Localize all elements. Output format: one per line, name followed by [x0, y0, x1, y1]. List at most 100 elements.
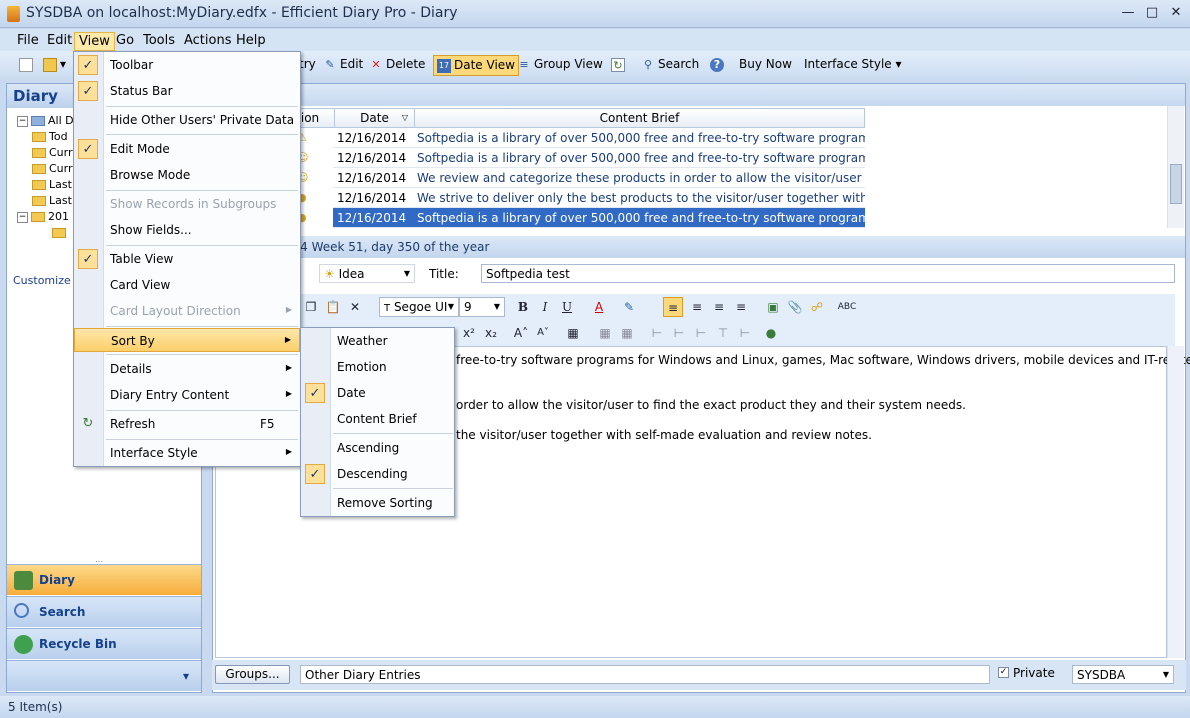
table-delete-icon[interactable]: ▦ [617, 323, 637, 343]
menu-edit[interactable]: Edit [43, 32, 76, 51]
view-menu-edit-mode[interactable]: ✓ Edit Mode [74, 137, 300, 161]
tree-item-current-1[interactable]: Curr [32, 146, 73, 159]
view-menu-sort-by[interactable]: Sort By ▶ [74, 328, 300, 352]
font-select[interactable]: T Segoe UI ▼ [379, 297, 459, 317]
minimize-icon[interactable]: — [1116, 4, 1140, 22]
sort-date[interactable]: ✓ Date [301, 381, 454, 405]
nav-recycle-bin-button[interactable]: Recycle Bin [7, 628, 201, 659]
cell-icon-3[interactable]: ⊢ [691, 323, 711, 343]
buy-now-button[interactable]: Buy Now [736, 55, 795, 76]
column-content-brief[interactable]: Content Brief [414, 108, 865, 128]
cell-icon-1[interactable]: ⊢ [647, 323, 667, 343]
menu-tools[interactable]: Tools [139, 32, 179, 51]
private-checkbox[interactable]: ✓ [998, 667, 1009, 678]
link-icon[interactable]: ☍ [807, 297, 827, 317]
nav-diary-button[interactable]: Diary [7, 564, 201, 595]
group-field[interactable]: Other Diary Entries [300, 665, 990, 684]
superscript-icon[interactable]: x² [459, 323, 479, 343]
spellcheck-icon[interactable]: ABC [837, 297, 857, 317]
refresh-tool-icon[interactable]: ↻ [608, 55, 631, 76]
bold-icon[interactable]: B [513, 297, 533, 317]
menu-view[interactable]: View [74, 32, 115, 51]
column-date[interactable]: Date ▽ [334, 108, 415, 128]
view-menu-details[interactable]: Details ▶ [74, 357, 300, 381]
justify-icon[interactable]: ≡ [731, 297, 751, 317]
shrink-font-icon[interactable]: A˅ [533, 323, 553, 343]
group-view-button[interactable]: ≡ Group View [514, 55, 606, 76]
view-menu-show-fields[interactable]: Show Fields... [74, 218, 300, 242]
cell-icon-5[interactable]: ⊢ [735, 323, 755, 343]
sort-content-brief[interactable]: Content Brief [301, 407, 454, 431]
menu-help[interactable]: Help [232, 32, 270, 51]
table-row[interactable]: 12/16/2014 We review and categorize these… [333, 168, 865, 188]
maximize-icon[interactable]: □ [1140, 4, 1164, 22]
title-input[interactable]: Softpedia test [481, 264, 1175, 283]
table-insert-icon[interactable]: ▦ [595, 323, 615, 343]
subscript-icon[interactable]: x₂ [481, 323, 501, 343]
help-icon[interactable]: ? [707, 55, 730, 76]
menu-go[interactable]: Go [112, 32, 138, 51]
view-menu-interface-style[interactable]: Interface Style ▶ [74, 441, 300, 465]
menu-actions[interactable]: Actions [180, 32, 236, 51]
tree-item-today[interactable]: Tod [32, 130, 68, 143]
underline-icon[interactable]: U [557, 297, 577, 317]
menu-file[interactable]: File [13, 32, 43, 51]
image-icon[interactable]: ▣ [763, 297, 783, 317]
copy-icon[interactable]: ❐ [301, 297, 321, 317]
align-left-icon[interactable]: ≡ [663, 297, 683, 317]
nav-search-button[interactable]: Search [7, 596, 201, 627]
font-size-select[interactable]: 9 ▼ [459, 297, 505, 317]
view-menu-toolbar[interactable]: ✓ Toolbar [74, 53, 300, 77]
table-row[interactable]: 12/16/2014 Softpedia is a library of over… [333, 128, 865, 148]
sort-ascending[interactable]: Ascending [301, 436, 454, 460]
align-center-icon[interactable]: ≡ [687, 297, 707, 317]
date-view-button[interactable]: 17 Date View [433, 55, 519, 76]
format-toolbar-1: ❐ 📋 ✕ T Segoe UI ▼ 9 ▼ B I U A ✎ ≡ ≡ ≡ ≡ ▣… [299, 294, 1175, 320]
tree-item-year[interactable]: −201 [17, 210, 69, 223]
italic-icon[interactable]: I [535, 297, 555, 317]
table-row[interactable]: 12/16/2014 We strive to deliver only the … [333, 188, 865, 208]
open-icon[interactable]: ▾ [40, 55, 69, 76]
editor-scrollbar[interactable] [1167, 346, 1184, 658]
view-menu-browse-mode[interactable]: Browse Mode [74, 163, 300, 187]
table-row-selected[interactable]: 12/16/2014 Softpedia is a library of over… [333, 208, 865, 228]
sort-descending[interactable]: ✓ Descending [301, 462, 454, 486]
view-menu-status-bar[interactable]: ✓ Status Bar [74, 79, 300, 103]
category-select[interactable]: ☀ Idea ▼ [319, 264, 415, 283]
user-select[interactable]: SYSDBA ▼ [1072, 665, 1174, 684]
table-icon[interactable]: ▦ [563, 323, 583, 343]
globe-icon[interactable]: ● [761, 323, 781, 343]
table-row[interactable]: 12/16/2014 Softpedia is a library of over… [333, 148, 865, 168]
align-right-icon[interactable]: ≡ [709, 297, 729, 317]
sort-weather[interactable]: Weather [301, 329, 454, 353]
check-icon: ✓ [78, 249, 98, 269]
view-menu-hide-private[interactable]: Hide Other Users' Private Data [74, 108, 300, 132]
close-icon[interactable]: ✕ [1164, 4, 1188, 22]
tree-item-last-1[interactable]: Last [32, 178, 72, 191]
view-menu-card-view[interactable]: Card View [74, 273, 300, 297]
font-color-icon[interactable]: A [589, 297, 609, 317]
grow-font-icon[interactable]: A˄ [511, 323, 531, 343]
view-menu-table-view[interactable]: ✓ Table View [74, 247, 300, 271]
nav-more-button[interactable]: ▾ [7, 660, 201, 691]
sort-remove[interactable]: Remove Sorting [301, 491, 454, 515]
tree-item-subfolder[interactable] [52, 226, 69, 239]
tree-item-current-2[interactable]: Curr [32, 162, 73, 175]
tree-item-last-2[interactable]: Last [32, 194, 72, 207]
delete-button[interactable]: ✕ Delete [366, 55, 428, 76]
cell-icon-4[interactable]: ⊤ [713, 323, 733, 343]
paste-icon[interactable]: 📋 [323, 297, 343, 317]
view-menu-refresh[interactable]: ↻ Refresh F5 [74, 412, 300, 436]
grid-scrollbar[interactable] [1167, 106, 1184, 228]
cut-icon[interactable]: ✕ [345, 297, 365, 317]
view-menu-entry-content[interactable]: Diary Entry Content ▶ [74, 383, 300, 407]
interface-style-button[interactable]: Interface Style ▾ [801, 55, 905, 76]
attach-icon[interactable]: 📎 [785, 297, 805, 317]
sort-emotion[interactable]: Emotion [301, 355, 454, 379]
search-button[interactable]: ⚲ Search [638, 55, 702, 76]
cell-icon-2[interactable]: ⊢ [669, 323, 689, 343]
highlight-icon[interactable]: ✎ [619, 297, 639, 317]
new-icon[interactable] [16, 55, 39, 76]
groups-button[interactable]: Groups... [215, 665, 290, 684]
edit-button[interactable]: ✎ Edit [320, 55, 366, 76]
